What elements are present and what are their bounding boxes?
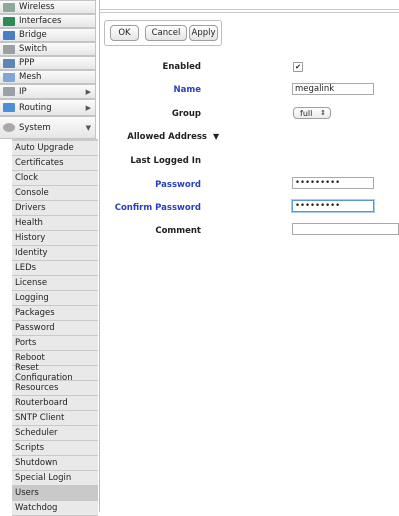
system-icon: [3, 123, 15, 132]
header-divider: [100, 9, 399, 10]
submenu-item-users[interactable]: Users: [12, 486, 98, 501]
submenu-item-sntp-client[interactable]: SNTP Client: [12, 411, 98, 426]
group-select-value: full: [300, 108, 313, 118]
submenu-item-ports[interactable]: Ports: [12, 336, 98, 351]
menu-item-routing[interactable]: Routing ▶: [0, 99, 96, 116]
menu-label: Switch: [19, 44, 48, 54]
menu-label: Wireless: [19, 2, 55, 12]
submenu-item-logging[interactable]: Logging: [12, 291, 98, 306]
menu-item-ip[interactable]: IP ▶: [0, 84, 96, 99]
name-input[interactable]: megalink: [292, 83, 374, 95]
group-label: Group: [171, 109, 201, 119]
group-select[interactable]: full ⇕: [293, 107, 331, 119]
submenu-item-watchdog[interactable]: Watchdog: [12, 501, 98, 516]
confirm-password-input[interactable]: •••••••••: [292, 200, 374, 212]
apply-button[interactable]: Apply: [189, 25, 218, 41]
password-input[interactable]: •••••••••: [292, 177, 374, 189]
routing-icon: [3, 103, 15, 112]
bridge-icon: [3, 30, 15, 40]
submenu-item-scheduler[interactable]: Scheduler: [12, 426, 98, 441]
ppp-icon: [3, 58, 15, 68]
submenu-item-packages[interactable]: Packages: [12, 306, 98, 321]
submenu-item-health[interactable]: Health: [12, 216, 98, 231]
name-label: Name: [173, 85, 201, 95]
menu-item-mesh[interactable]: Mesh: [0, 70, 96, 84]
enabled-checkbox[interactable]: ✔: [293, 62, 303, 72]
menu-label: System: [19, 122, 51, 133]
ok-button[interactable]: OK: [110, 25, 139, 41]
menu-label: Routing: [19, 102, 52, 113]
expand-allowed-address-icon[interactable]: ▼: [213, 132, 219, 141]
submenu-item-reset-configuration[interactable]: Reset Configuration: [12, 363, 98, 383]
submenu-item-leds[interactable]: LEDs: [12, 261, 98, 276]
submenu-item-history[interactable]: History: [12, 231, 98, 246]
header-divider: [100, 12, 399, 13]
submenu-item-license[interactable]: License: [12, 276, 98, 291]
submenu-item-drivers[interactable]: Drivers: [12, 201, 98, 216]
submenu-item-console[interactable]: Console: [12, 186, 98, 201]
allowed-address-label: Allowed Address: [127, 132, 207, 142]
mesh-icon: [3, 72, 15, 82]
submenu-item-auto-upgrade[interactable]: Auto Upgrade: [12, 141, 98, 156]
comment-label: Comment: [155, 226, 201, 236]
menu-label: IP: [19, 86, 27, 97]
wireless-icon: [3, 2, 15, 12]
menu-label: PPP: [19, 58, 35, 68]
sidebar: Wireless Interfaces Bridge Switch PPP Me…: [0, 0, 100, 516]
submenu-item-clock[interactable]: Clock: [12, 171, 98, 186]
expand-arrow-icon: ▶: [85, 103, 91, 112]
menu-item-ppp[interactable]: PPP: [0, 56, 96, 70]
submenu-item-certificates[interactable]: Certificates: [12, 156, 98, 171]
menu-label: Bridge: [19, 30, 47, 40]
password-label: Password: [155, 180, 201, 190]
submenu-item-resources[interactable]: Resources: [12, 381, 98, 396]
menu-label: Interfaces: [19, 16, 62, 26]
ip-icon: [3, 87, 15, 96]
last-logged-in-label: Last Logged In: [130, 156, 201, 166]
enabled-label: Enabled: [162, 62, 201, 72]
menu-label: Mesh: [19, 72, 42, 82]
comment-input[interactable]: [292, 223, 399, 235]
submenu-item-shutdown[interactable]: Shutdown: [12, 456, 98, 471]
collapse-arrow-icon: ▼: [85, 123, 91, 132]
submenu-item-password[interactable]: Password: [12, 321, 98, 336]
interfaces-icon: [3, 16, 15, 26]
switch-icon: [3, 44, 15, 54]
select-arrows-icon: ⇕: [320, 109, 326, 117]
cancel-button[interactable]: Cancel: [145, 25, 187, 41]
submenu-item-identity[interactable]: Identity: [12, 246, 98, 261]
menu-item-switch[interactable]: Switch: [0, 42, 96, 56]
menu-item-system[interactable]: System ▼: [0, 116, 96, 139]
submenu-item-routerboard[interactable]: Routerboard: [12, 396, 98, 411]
menu-item-wireless[interactable]: Wireless: [0, 0, 96, 14]
submenu-item-scripts[interactable]: Scripts: [12, 441, 98, 456]
submenu-item-special-login[interactable]: Special Login: [12, 471, 98, 486]
menu-item-bridge[interactable]: Bridge: [0, 28, 96, 42]
confirm-password-label: Confirm Password: [114, 203, 201, 213]
menu-item-interfaces[interactable]: Interfaces: [0, 14, 96, 28]
expand-arrow-icon: ▶: [85, 87, 91, 96]
